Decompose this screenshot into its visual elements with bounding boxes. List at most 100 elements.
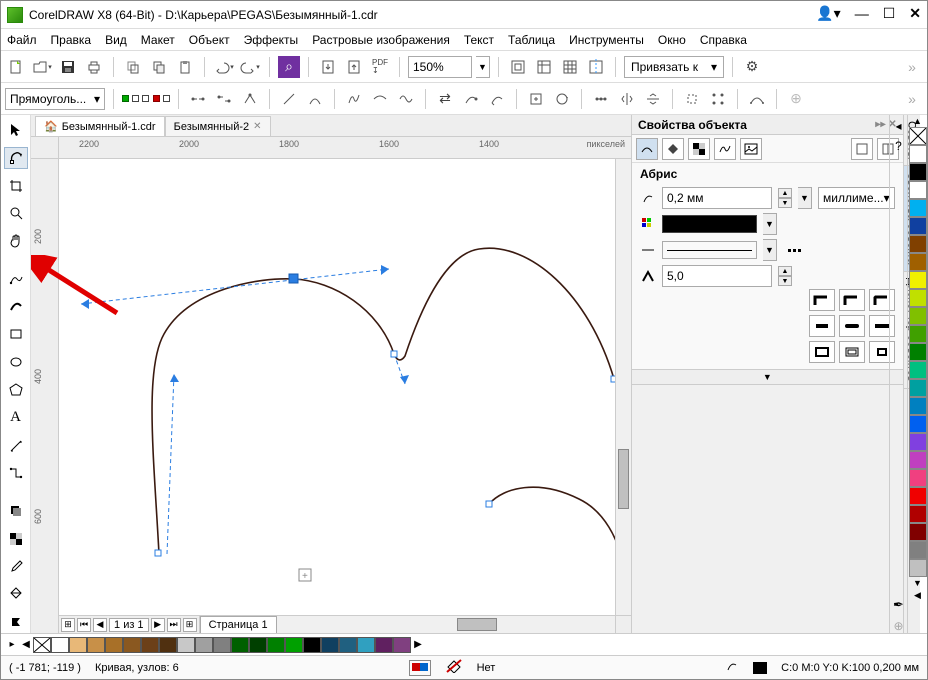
- document-tab-1[interactable]: 🏠 Безымянный-1.cdr: [35, 116, 165, 136]
- color-swatch[interactable]: [195, 637, 213, 653]
- menu-view[interactable]: Вид: [105, 33, 127, 47]
- close-tab-icon[interactable]: ✕: [253, 121, 261, 132]
- pan-tool[interactable]: [4, 230, 28, 252]
- help-icon[interactable]: ?: [895, 139, 902, 153]
- smart-fill-tool[interactable]: [4, 611, 28, 633]
- panel-view1-button[interactable]: [851, 138, 873, 160]
- palette-h-right[interactable]: ▶: [411, 639, 425, 650]
- menu-help[interactable]: Справка: [700, 33, 747, 47]
- outline-width-dropdown[interactable]: ▼: [798, 187, 812, 209]
- minimize-button[interactable]: —: [855, 7, 869, 23]
- eyedropper-tool[interactable]: [4, 556, 28, 578]
- crop-tool[interactable]: [4, 175, 28, 197]
- palette-flyout-button[interactable]: ◀: [908, 589, 927, 601]
- outline-color-swatch[interactable]: [662, 215, 757, 233]
- zoom-tool[interactable]: [4, 202, 28, 224]
- snap-to-dropdown[interactable]: Привязать к▾: [624, 56, 724, 78]
- outline-width-input[interactable]: 0,2 мм: [662, 187, 772, 209]
- rotate-nodes-button[interactable]: [551, 88, 573, 110]
- color-swatch[interactable]: [231, 637, 249, 653]
- no-color-swatch-h[interactable]: [33, 637, 51, 653]
- bitmap-tab[interactable]: [740, 138, 762, 160]
- extract-subpath-button[interactable]: [486, 88, 508, 110]
- parallel-dimension-tool[interactable]: [4, 435, 28, 457]
- clipboard-button[interactable]: [174, 56, 196, 78]
- document-tab-2[interactable]: Безымянный-2 ✕: [165, 116, 271, 136]
- import-button[interactable]: [317, 56, 339, 78]
- show-grid-button[interactable]: [559, 56, 581, 78]
- corner-miter[interactable]: [809, 289, 835, 311]
- position-outside[interactable]: [809, 341, 835, 363]
- color-swatch[interactable]: [393, 637, 411, 653]
- color-swatch[interactable]: [909, 325, 927, 343]
- color-swatch[interactable]: [303, 637, 321, 653]
- color-swatch[interactable]: [357, 637, 375, 653]
- symmetric-node-button[interactable]: [395, 88, 417, 110]
- interactive-fill-tool[interactable]: [4, 583, 28, 605]
- page-add-after-button[interactable]: ⊞: [183, 618, 197, 632]
- zoom-dropdown[interactable]: ▼: [476, 56, 490, 78]
- join-nodes-button[interactable]: [187, 88, 209, 110]
- color-swatch[interactable]: [375, 637, 393, 653]
- panel-expand-button[interactable]: ▼: [632, 369, 903, 385]
- miter-spinner[interactable]: ▲▼: [778, 266, 792, 286]
- color-swatch[interactable]: [123, 637, 141, 653]
- corner-round[interactable]: [839, 289, 865, 311]
- color-swatch[interactable]: [909, 181, 927, 199]
- align-nodes-button[interactable]: [590, 88, 612, 110]
- palette-h-menu[interactable]: ▸: [5, 639, 19, 650]
- ruler-corner[interactable]: [31, 137, 59, 159]
- color-swatch[interactable]: [909, 433, 927, 451]
- fill-tab[interactable]: [662, 138, 684, 160]
- undo-button[interactable]: ▾: [213, 56, 235, 78]
- color-swatch[interactable]: [909, 199, 927, 217]
- color-swatch[interactable]: [909, 271, 927, 289]
- ruler-vertical[interactable]: 200 400 600: [31, 159, 59, 633]
- palette-h-left[interactable]: ◀: [19, 639, 33, 650]
- page-last-button[interactable]: ⏭: [167, 618, 181, 632]
- menu-window[interactable]: Окно: [658, 33, 686, 47]
- page-first-button[interactable]: ⏮: [77, 618, 91, 632]
- reverse-direction-button[interactable]: ⇄: [434, 88, 456, 110]
- open-button[interactable]: ▾: [31, 56, 53, 78]
- print-button[interactable]: [83, 56, 105, 78]
- outline-width-spinner[interactable]: ▲▼: [778, 188, 792, 208]
- cap-butt[interactable]: [809, 315, 835, 337]
- color-swatch[interactable]: [909, 253, 927, 271]
- color-proof-icon[interactable]: [409, 660, 431, 676]
- dash-settings-button[interactable]: [783, 239, 805, 261]
- color-swatch[interactable]: [267, 637, 285, 653]
- color-swatch[interactable]: [105, 637, 123, 653]
- color-swatch[interactable]: [213, 637, 231, 653]
- paste-button[interactable]: [148, 56, 170, 78]
- smooth-node-button[interactable]: [369, 88, 391, 110]
- color-swatch[interactable]: [909, 415, 927, 433]
- position-center[interactable]: [839, 341, 865, 363]
- color-swatch[interactable]: [909, 361, 927, 379]
- line-style-dropdown[interactable]: [662, 241, 757, 259]
- pick-tool[interactable]: [4, 119, 28, 141]
- fullscreen-button[interactable]: [507, 56, 529, 78]
- color-swatch[interactable]: [909, 163, 927, 181]
- to-curve-button[interactable]: [304, 88, 326, 110]
- scrollbar-vertical[interactable]: [615, 159, 631, 615]
- redo-button[interactable]: ▾: [239, 56, 261, 78]
- transparency-tab[interactable]: [688, 138, 710, 160]
- node-options-button[interactable]: [239, 88, 261, 110]
- palette-down-button[interactable]: ▼: [908, 577, 927, 589]
- color-swatch[interactable]: [51, 637, 69, 653]
- no-color-swatch[interactable]: [909, 127, 927, 145]
- page-next-button[interactable]: ▶: [151, 618, 165, 632]
- publish-pdf-button[interactable]: PDF↧: [369, 56, 391, 78]
- menu-edit[interactable]: Правка: [51, 33, 92, 47]
- line-style-dd[interactable]: ▼: [763, 239, 777, 261]
- color-swatch[interactable]: [249, 637, 267, 653]
- maximize-button[interactable]: ☐: [883, 6, 896, 23]
- search-content-button[interactable]: ⌕: [278, 56, 300, 78]
- outline-color-dropdown[interactable]: ▼: [763, 213, 777, 235]
- save-button[interactable]: [57, 56, 79, 78]
- outline-tab[interactable]: [636, 138, 658, 160]
- add-node-button[interactable]: [122, 95, 149, 102]
- scrollbar-horizontal[interactable]: [277, 616, 615, 633]
- options-button[interactable]: ⚙: [741, 56, 763, 78]
